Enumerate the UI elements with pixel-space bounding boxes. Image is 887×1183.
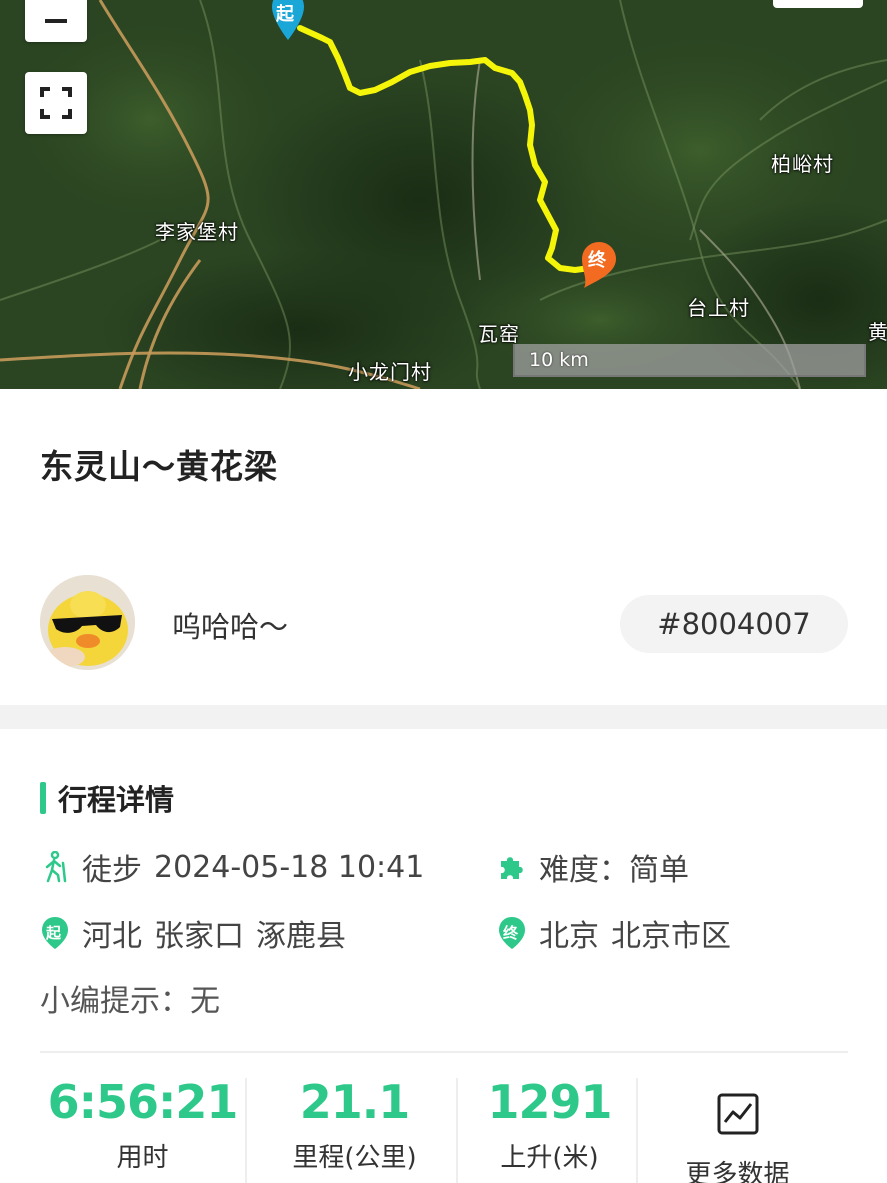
- map-layer-button[interactable]: [773, 0, 863, 8]
- tip-label: 小编提示：: [40, 984, 190, 1019]
- place-label: 黄: [868, 320, 887, 344]
- more-data-button[interactable]: 更多数据: [640, 1092, 835, 1183]
- end-location-row: 终 北京 北京市区: [497, 911, 731, 955]
- section-header: 行程详情: [40, 780, 175, 817]
- avatar[interactable]: [40, 575, 135, 670]
- trip-mode-row: 徒步 2024-05-18 10:41: [40, 845, 424, 889]
- fullscreen-button[interactable]: [25, 72, 87, 134]
- trip-datetime: 2024-05-18 10:41: [154, 849, 425, 885]
- place-label: 小龙门村: [348, 360, 432, 384]
- stat-distance: 21.1 里程(公里): [252, 1075, 457, 1174]
- stat-duration: 6:56:21 用时: [40, 1075, 245, 1174]
- editor-tip-row: 小编提示： 无: [40, 976, 220, 1020]
- place-label: 瓦窑: [478, 322, 520, 346]
- route-map[interactable]: 起 终 柏峪村 李家堡村 台上村 瓦窑 小龙门村 黄 10 km: [0, 0, 887, 389]
- zoom-out-button[interactable]: [25, 0, 87, 42]
- tip-value: 无: [190, 984, 220, 1019]
- fullscreen-icon: [40, 87, 72, 119]
- place-label: 台上村: [687, 296, 750, 320]
- satellite-terrain: [0, 0, 887, 389]
- end-marker-label: 终: [503, 924, 519, 942]
- section-divider: [0, 705, 887, 729]
- scale-label: 10 km: [529, 349, 589, 371]
- username[interactable]: 呜哈哈～: [172, 604, 288, 646]
- stat-label: 用时: [116, 1143, 169, 1173]
- map-scale-bar: 10 km: [513, 344, 866, 377]
- start-marker-label: 起: [46, 924, 62, 942]
- start-pin-label: 起: [276, 4, 294, 25]
- stat-separator: [245, 1078, 247, 1183]
- trip-mode: 徒步: [82, 853, 142, 888]
- end-province: 北京: [539, 919, 599, 954]
- difficulty-value: 简单: [629, 853, 689, 888]
- end-pin-icon: 终: [580, 240, 618, 294]
- zoom-out-icon: [45, 19, 67, 23]
- hiker-icon: [40, 851, 70, 883]
- trip-title: 东灵山～黄花梁: [40, 447, 278, 486]
- place-label: 柏峪村: [771, 152, 834, 176]
- start-pin-icon: 起: [270, 0, 306, 46]
- trip-id-badge: #8004007: [620, 595, 848, 653]
- duck-avatar-icon: [40, 575, 135, 670]
- stat-value: 6:56:21: [47, 1075, 239, 1129]
- stat-label: 上升(米): [500, 1143, 599, 1173]
- difficulty-label: 难度：: [539, 853, 629, 888]
- start-location-icon: 起: [40, 917, 70, 949]
- place-label: 李家堡村: [155, 220, 239, 244]
- section-accent-bar: [40, 782, 46, 814]
- end-city: 北京市区: [611, 919, 731, 954]
- stat-separator: [636, 1078, 638, 1183]
- stat-label: 里程(公里): [292, 1143, 417, 1173]
- end-location-icon: 终: [497, 917, 527, 949]
- end-pin-label: 终: [588, 250, 606, 271]
- difficulty-row: 难度： 简单: [497, 845, 689, 889]
- start-province: 河北: [82, 919, 142, 954]
- section-title: 行程详情: [58, 783, 175, 817]
- stats-divider: [40, 1051, 848, 1053]
- start-location-row: 起 河北 张家口 涿鹿县: [40, 911, 346, 955]
- chart-icon: [717, 1093, 758, 1135]
- stat-value: 1291: [487, 1075, 612, 1129]
- puzzle-icon: [497, 851, 527, 883]
- start-city: 张家口: [154, 919, 244, 954]
- more-data-label: 更多数据: [685, 1160, 790, 1183]
- stat-ascent: 1291 上升(米): [457, 1075, 642, 1174]
- start-county: 涿鹿县: [256, 919, 346, 954]
- stat-value: 21.1: [299, 1075, 411, 1129]
